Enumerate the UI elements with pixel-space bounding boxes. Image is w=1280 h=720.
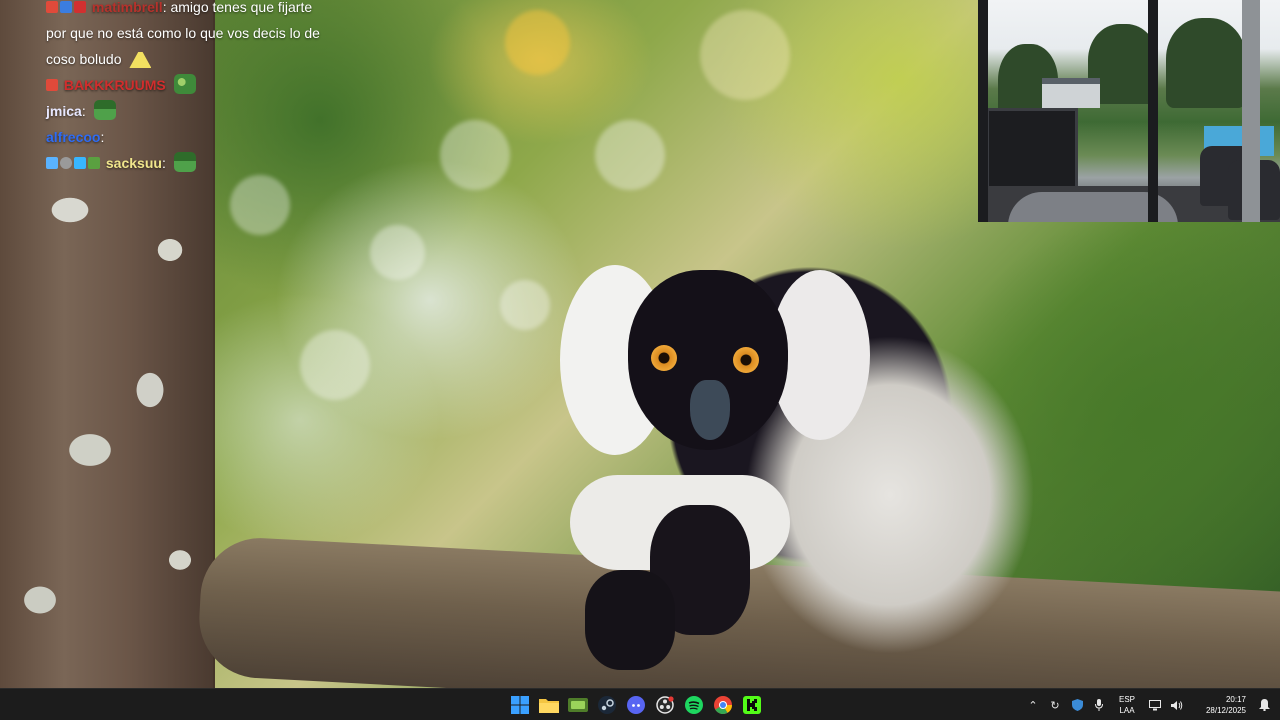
bell-icon [1258, 699, 1270, 711]
lemur-eye-right [733, 347, 759, 373]
frog-emote-icon [93, 100, 116, 120]
chat-message: alfrecoo: [46, 124, 346, 150]
cam-window-frame [978, 0, 988, 222]
obs-button[interactable] [653, 693, 677, 717]
discord-button[interactable] [624, 693, 648, 717]
chrome-button[interactable] [711, 693, 735, 717]
language-code: ESP [1118, 695, 1135, 704]
cam-glass-box [986, 108, 1078, 198]
gift-badge-icon [60, 1, 72, 13]
folder-icon [539, 699, 559, 713]
frog-emote-icon [173, 152, 196, 172]
lemur-hand-left [585, 570, 675, 670]
stream-chat-overlay: matimbrell: amigo tenes que fijarte por … [46, 0, 346, 176]
webcam-overlay [978, 0, 1280, 222]
chat-message-text: : [81, 103, 86, 119]
frog-badge-icon [88, 157, 100, 169]
start-menu-button[interactable] [508, 693, 532, 717]
vip-badge-icon [74, 1, 86, 13]
language-indicator[interactable]: ESP LAA [1114, 694, 1140, 716]
speaker-icon [1171, 700, 1183, 710]
steam-icon [598, 696, 616, 714]
chat-message-text: : [100, 129, 105, 145]
chat-message: sacksuu: [46, 150, 346, 176]
obs-icon [656, 696, 674, 714]
chat-message-continuation: coso boludo [46, 46, 346, 72]
lemur-nose [690, 380, 730, 440]
clock-date: 28/12/2025 [1205, 706, 1246, 715]
cam-tree [1166, 18, 1246, 108]
chevron-up-icon[interactable]: ⌃ [1022, 694, 1044, 716]
chat-message-text: por que no está como lo que vos decis lo… [46, 25, 320, 41]
defender-shield-icon[interactable] [1066, 694, 1088, 716]
chat-message: jmica: [46, 98, 346, 124]
keyboard-layout: LAA [1119, 706, 1135, 715]
kick-icon [743, 696, 761, 714]
system-tray: ⌃ ↻ ESP LAA 20:17 28/12/2025 [1022, 689, 1280, 720]
chat-message-continuation: por que no está como lo que vos decis lo… [46, 20, 346, 46]
chat-message: BAKKKRUUMS [46, 72, 346, 98]
chat-message-text: coso boludo [46, 51, 122, 67]
discord-icon [627, 696, 645, 714]
shield-icon [1071, 699, 1083, 711]
game-launcher-button[interactable] [566, 693, 590, 717]
cam-window-frame [1148, 0, 1158, 222]
network-icon[interactable] [1144, 694, 1166, 716]
chat-message-text: : [161, 155, 166, 171]
circle-badge-icon [60, 157, 72, 169]
windows-icon [511, 696, 529, 714]
notification-button[interactable] [1254, 694, 1274, 716]
taskbar-apps [508, 689, 764, 720]
gamepad-icon [568, 698, 588, 712]
chat-message: matimbrell: amigo tenes que fijarte [46, 0, 346, 20]
cam-house [1042, 78, 1100, 108]
mic-icon [1095, 699, 1103, 711]
kick-button[interactable] [740, 693, 764, 717]
chat-username[interactable]: alfrecoo [46, 129, 100, 145]
file-explorer-button[interactable] [537, 693, 561, 717]
lemur-eye-left [651, 345, 677, 371]
microphone-icon[interactable] [1088, 694, 1110, 716]
chat-username[interactable]: sacksuu [106, 155, 162, 171]
chrome-icon [714, 696, 732, 714]
chat-username[interactable]: matimbrell [92, 0, 163, 15]
chat-username[interactable]: jmica [46, 103, 82, 119]
sword-badge-icon [46, 157, 58, 169]
taskbar: ⌃ ↻ ESP LAA 20:17 28/12/2025 [0, 688, 1280, 720]
sync-icon[interactable]: ↻ [1044, 694, 1066, 716]
sub-badge-icon [46, 1, 58, 13]
spotify-button[interactable] [682, 693, 706, 717]
chat-message-text: : amigo tenes que fijarte [162, 0, 313, 15]
volume-icon[interactable] [1166, 694, 1188, 716]
monitor-network-icon [1149, 699, 1161, 710]
sub-badge-icon [46, 79, 58, 91]
spotify-icon [685, 696, 703, 714]
chat-username[interactable]: BAKKKRUUMS [64, 77, 166, 93]
cube-badge-icon [74, 157, 86, 169]
clock[interactable]: 20:17 28/12/2025 [1188, 694, 1246, 716]
steam-button[interactable] [595, 693, 619, 717]
cam-window-frame [1242, 0, 1260, 222]
frog-emote-icon [173, 74, 196, 94]
clock-time: 20:17 [1225, 695, 1246, 704]
emote-icon [129, 48, 152, 68]
